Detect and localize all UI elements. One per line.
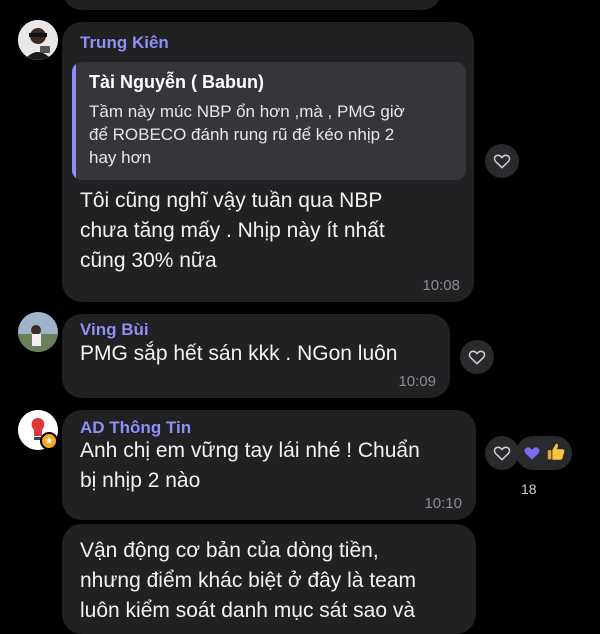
heart-outline-icon xyxy=(493,446,511,461)
reply-quote[interactable]: Tài Nguyễn ( Babun) Tầm này múc NBP ổn h… xyxy=(72,62,466,180)
message-bubble[interactable]: Ving Bùi PMG sắp hết sán kkk . NGon luôn… xyxy=(62,314,450,398)
avatar[interactable] xyxy=(18,20,58,60)
reaction-count: 18 xyxy=(521,481,537,497)
message-text: Anh chị em vững tay lái nhé ! Chuẩn bị n… xyxy=(80,439,420,492)
quote-accent-bar xyxy=(72,62,76,180)
heart-outline-icon xyxy=(468,350,486,365)
message-bubble[interactable]: AD Thông Tin Anh chị em vững tay lái nhé… xyxy=(62,410,476,520)
quote-text: Tầm này múc NBP ổn hơn ,mà , PMG giờ để … xyxy=(89,102,405,167)
heart-icon xyxy=(524,447,540,460)
react-button[interactable] xyxy=(485,436,519,470)
avatar[interactable]: ★ xyxy=(18,410,58,450)
message-time: 10:09 xyxy=(398,373,436,390)
avatar-icon xyxy=(18,312,58,352)
message-time: 10:08 xyxy=(422,277,460,294)
message-text: PMG sắp hết sán kkk . NGon luôn xyxy=(80,342,398,365)
message-text: Vận động cơ bản của dòng tiền, nhưng điể… xyxy=(80,539,417,622)
message-text: Tôi cũng nghĩ vậy tuần qua NBP chưa tăng… xyxy=(80,189,385,272)
sender-name[interactable]: Ving Bùi xyxy=(80,320,149,340)
thumbs-up-icon xyxy=(547,443,565,460)
message-bubble-partial[interactable]: Vận động cơ bản của dòng tiền, nhưng điể… xyxy=(62,524,476,634)
message-time: 10:10 xyxy=(424,495,462,512)
message-bubble[interactable]: Trung Kiên Tài Nguyễn ( Babun) Tầm này m… xyxy=(62,22,474,302)
reactions-pill[interactable] xyxy=(516,436,572,470)
avatar[interactable] xyxy=(18,312,58,352)
avatar-icon xyxy=(18,20,58,60)
sender-name[interactable]: AD Thông Tin xyxy=(80,418,191,438)
react-button[interactable] xyxy=(460,340,494,374)
sender-name[interactable]: Trung Kiên xyxy=(80,33,169,53)
quote-author: Tài Nguyễn ( Babun) xyxy=(89,72,264,92)
heart-outline-icon xyxy=(493,154,511,169)
message-bubble-partial-top xyxy=(62,0,442,10)
star-badge-icon: ★ xyxy=(40,432,58,450)
react-button[interactable] xyxy=(485,144,519,178)
